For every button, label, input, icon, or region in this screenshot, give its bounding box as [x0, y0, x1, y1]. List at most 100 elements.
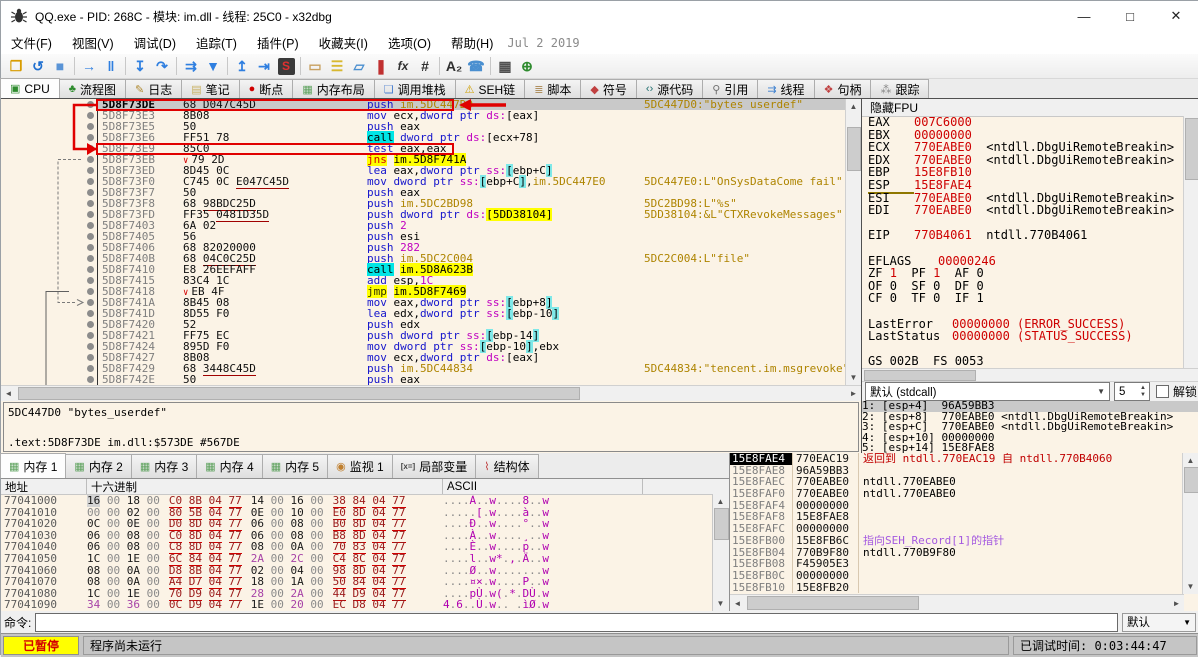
- scylla-icon[interactable]: S: [275, 56, 297, 77]
- breakpoint-gutter[interactable]: [1, 374, 98, 385]
- checkbox-icon[interactable]: [1155, 385, 1169, 398]
- stack-row[interactable]: 15E8FB00 15E8FB6C 指向SEH_Record[1]的指针: [730, 535, 1184, 547]
- menu-item-5[interactable]: 收藏夹(I): [309, 30, 378, 55]
- hash-icon[interactable]: #: [414, 56, 436, 77]
- breakpoint-gutter[interactable]: [1, 176, 98, 187]
- tab-source[interactable]: ‹› 源代码: [635, 79, 704, 98]
- breakpoint-gutter[interactable]: [1, 275, 98, 286]
- breakpoint-gutter[interactable]: [1, 341, 98, 352]
- run-icon[interactable]: →: [78, 56, 100, 77]
- breakpoint-gutter[interactable]: [1, 286, 98, 297]
- breakpoint-gutter[interactable]: [1, 220, 98, 231]
- stack-horizontal-scrollbar[interactable]: ◄ ►: [730, 594, 1184, 611]
- memory-address[interactable]: 77041090: [1, 599, 87, 611]
- breakpoint-dot-icon[interactable]: [87, 310, 94, 317]
- registers-vertical-scrollbar[interactable]: [1183, 116, 1198, 368]
- comments-icon[interactable]: ☰: [326, 56, 348, 77]
- breakpoint-dot-icon[interactable]: [87, 178, 94, 185]
- tab-threads[interactable]: ⇉ 线程: [757, 79, 815, 98]
- breakpoint-dot-icon[interactable]: [87, 145, 94, 152]
- stack-row[interactable]: 15E8FB0C 00000000: [730, 570, 1184, 582]
- memory-address[interactable]: 77041000: [1, 495, 87, 507]
- breakpoint-dot-icon[interactable]: [87, 134, 94, 141]
- breakpoint-gutter[interactable]: [1, 143, 98, 154]
- breakpoint-dot-icon[interactable]: [87, 288, 94, 295]
- memory-address[interactable]: 77041070: [1, 576, 87, 588]
- breakpoint-dot-icon[interactable]: [87, 354, 94, 361]
- stack-address[interactable]: 15E8FB10: [730, 581, 792, 594]
- breakpoint-dot-icon[interactable]: [87, 365, 94, 372]
- tab-dump-1[interactable]: ▦ 内存 1: [0, 453, 67, 478]
- bookmarks-icon[interactable]: ❚: [370, 56, 392, 77]
- tab-script[interactable]: ≣ 脚本: [524, 79, 582, 98]
- menu-item-7[interactable]: 帮助(H): [441, 30, 503, 55]
- stack-vertical-scrollbar[interactable]: ▲ ▼: [1182, 453, 1198, 594]
- step-into-icon[interactable]: ↧: [129, 56, 151, 77]
- calling-convention-select[interactable]: 默认 (stdcall) ▼: [865, 382, 1110, 401]
- tab-notes[interactable]: ▤ 笔记: [181, 79, 240, 98]
- register-row[interactable]: LastStatus 00000000 (STATUS_SUCCESS): [868, 330, 1184, 343]
- tab-graph[interactable]: ♣ 流程图: [58, 79, 126, 98]
- stack-row[interactable]: 15E8FB10 15E8FB20: [730, 581, 1184, 594]
- registers-horizontal-scrollbar[interactable]: [862, 368, 1198, 382]
- strings-icon[interactable]: A₂: [443, 56, 465, 77]
- breakpoint-dot-icon[interactable]: [87, 332, 94, 339]
- breakpoint-gutter[interactable]: [1, 132, 98, 143]
- tab-call-stack[interactable]: ❏ 调用堆栈: [373, 79, 456, 98]
- breakpoint-gutter[interactable]: [1, 363, 98, 374]
- breakpoint-dot-icon[interactable]: [87, 266, 94, 273]
- breakpoint-dot-icon[interactable]: [87, 321, 94, 328]
- stack-address[interactable]: 15E8FAF0: [730, 488, 792, 500]
- breakpoint-gutter[interactable]: [1, 253, 98, 264]
- modules-icon[interactable]: ☎: [465, 56, 487, 77]
- breakpoint-dot-icon[interactable]: [87, 123, 94, 130]
- command-profile-select[interactable]: 默认 ▼: [1122, 612, 1196, 632]
- minimize-button[interactable]: —: [1061, 1, 1107, 31]
- run-to-return-icon[interactable]: ▼: [202, 56, 224, 77]
- hide-fpu-toggle[interactable]: 隐藏FPU: [862, 99, 1198, 117]
- open-file-icon[interactable]: ❐: [5, 56, 27, 77]
- unlock-checkbox[interactable]: 解锁: [1155, 383, 1197, 400]
- breakpoint-gutter[interactable]: [1, 297, 98, 308]
- memory-vertical-scrollbar[interactable]: ▲ ▼: [712, 494, 729, 611]
- stack-address[interactable]: 15E8FB00: [730, 535, 792, 547]
- breakpoint-gutter[interactable]: [1, 209, 98, 220]
- breakpoint-gutter[interactable]: [1, 231, 98, 242]
- run-to-user-code-icon[interactable]: ⇥: [253, 56, 275, 77]
- breakpoint-dot-icon[interactable]: [87, 167, 94, 174]
- close-button[interactable]: ✕: [1153, 1, 1198, 31]
- breakpoint-dot-icon[interactable]: [87, 299, 94, 306]
- command-input[interactable]: [35, 612, 1118, 632]
- tab-dump-5[interactable]: ▦ 内存 5: [261, 454, 329, 478]
- breakpoint-dot-icon[interactable]: [87, 189, 94, 196]
- breakpoint-dot-icon[interactable]: [87, 233, 94, 240]
- breakpoint-gutter[interactable]: [1, 110, 98, 121]
- menu-item-3[interactable]: 追踪(T): [186, 30, 247, 55]
- menu-item-4[interactable]: 插件(P): [247, 30, 309, 55]
- tab-trace[interactable]: ⁂ 跟踪: [870, 79, 930, 98]
- tab-seh[interactable]: ⚠ SEH链: [454, 79, 526, 98]
- maximize-button[interactable]: □: [1107, 1, 1153, 31]
- breakpoint-gutter[interactable]: [1, 308, 98, 319]
- trace-into-icon[interactable]: ⇉: [180, 56, 202, 77]
- tab-references[interactable]: ⚲ 引用: [702, 79, 759, 98]
- step-over-icon[interactable]: ↷: [151, 56, 173, 77]
- register-row[interactable]: EDI 770EABE0 <ntdll.DbgUiRemoteBreakin>: [868, 204, 1184, 217]
- tab-dump-3[interactable]: ▦ 内存 3: [130, 454, 198, 478]
- arg-count-stepper[interactable]: 5 ▲ ▼: [1113, 382, 1150, 401]
- tab-memory-map[interactable]: ▦ 内存布局: [292, 79, 375, 98]
- labels-icon[interactable]: ▱: [348, 56, 370, 77]
- breakpoint-gutter[interactable]: [1, 319, 98, 330]
- spinner-arrows-icon[interactable]: ▲ ▼: [1137, 385, 1149, 399]
- menu-item-6[interactable]: 选项(O): [378, 30, 441, 55]
- tab-struct[interactable]: ⌇ 结构体: [475, 454, 539, 478]
- breakpoint-gutter[interactable]: [1, 198, 98, 209]
- stop-icon[interactable]: ■: [49, 56, 71, 77]
- menu-item-1[interactable]: 视图(V): [62, 30, 124, 55]
- stack-row[interactable]: 15E8FAF0 770EABE0 ntdll.770EABE0: [730, 488, 1184, 500]
- breakpoint-gutter[interactable]: [1, 352, 98, 363]
- pause-icon[interactable]: ‖: [100, 56, 122, 77]
- menu-item-0[interactable]: 文件(F): [1, 30, 62, 55]
- breakpoint-gutter[interactable]: [1, 165, 98, 176]
- internet-icon[interactable]: ⊕: [516, 56, 538, 77]
